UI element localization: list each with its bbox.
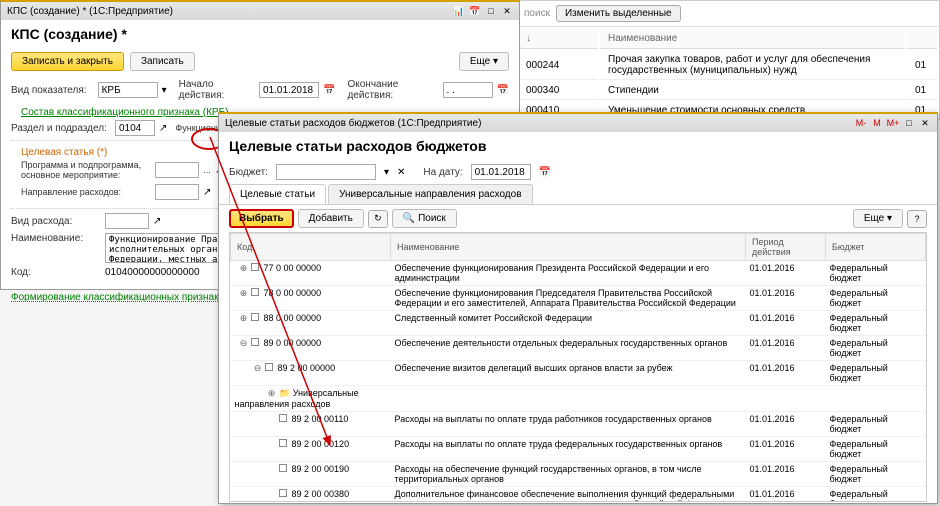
- programma-select-icon[interactable]: …: [203, 166, 211, 175]
- tree-row[interactable]: 89 2 00 00120Расходы на выплаты по оплат…: [231, 437, 926, 462]
- start-cal-icon[interactable]: 📅: [323, 85, 335, 96]
- razdel-open-icon[interactable]: ↗: [159, 123, 167, 134]
- save-close-button[interactable]: Записать и закрыть: [11, 52, 124, 71]
- calendar-icon[interactable]: 📅: [469, 5, 481, 17]
- close-icon[interactable]: ✕: [919, 117, 931, 129]
- tree-row[interactable]: 89 2 00 00110Расходы на выплаты по оплат…: [231, 412, 926, 437]
- razdel-input[interactable]: [115, 120, 155, 136]
- budget-clear-icon[interactable]: ✕: [397, 167, 405, 178]
- more-button[interactable]: Еще ▾: [459, 52, 509, 71]
- vid-input[interactable]: [98, 82, 158, 98]
- maximize-icon[interactable]: □: [903, 117, 915, 129]
- tree-row[interactable]: ⊖ 89 0 00 00000Обеспечение деятельности …: [231, 336, 926, 361]
- tsel-titlebar-text: Целевые статьи расходов бюджетов (1С:Пре…: [225, 118, 481, 129]
- tab-universal[interactable]: Универсальные направления расходов: [328, 184, 532, 204]
- tsel-window: Целевые статьи расходов бюджетов (1С:Пре…: [218, 112, 938, 504]
- napravlenie-label: Направление расходов:: [21, 187, 151, 197]
- vidrash-input[interactable]: [105, 213, 149, 229]
- choose-button[interactable]: Выбрать: [229, 209, 294, 228]
- add-button[interactable]: Добавить: [298, 209, 364, 228]
- bg-col-n: [907, 29, 937, 49]
- save-button[interactable]: Записать: [130, 52, 195, 71]
- bg-col-name[interactable]: Наименование: [600, 29, 905, 49]
- tree-toggle-icon[interactable]: ⊕: [239, 288, 249, 299]
- end-input[interactable]: [443, 82, 493, 98]
- item-icon: [251, 313, 259, 321]
- kps-titlebar: КПС (создание) * (1С:Предприятие) 📊 📅 □ …: [1, 2, 519, 20]
- refresh-icon[interactable]: ↻: [368, 210, 388, 228]
- kps-title: КПС (создание) *: [1, 20, 519, 48]
- nadate-input[interactable]: [471, 164, 531, 180]
- naim-label: Наименование:: [11, 233, 101, 244]
- calc-icon[interactable]: 📊: [453, 5, 465, 17]
- tree-toggle-icon[interactable]: ⊕: [239, 263, 249, 274]
- nadate-cal-icon[interactable]: 📅: [539, 167, 551, 178]
- tree-row[interactable]: ⊕ 88 0 00 00000Следственный комитет Росс…: [231, 311, 926, 336]
- napravlenie-input[interactable]: [155, 184, 199, 200]
- item-icon: [251, 288, 259, 296]
- vidrash-label: Вид расхода:: [11, 216, 101, 227]
- item-icon: [279, 439, 287, 447]
- close-icon[interactable]: ✕: [501, 5, 513, 17]
- change-selected-button[interactable]: Изменить выделенные: [556, 5, 681, 22]
- nadate-label: На дату:: [423, 167, 462, 178]
- tree-row[interactable]: 89 2 00 00380Дополнительное финансовое о…: [231, 487, 926, 503]
- start-input[interactable]: [259, 82, 319, 98]
- programma-label: Программа и подпрограмма, основное мероп…: [21, 160, 151, 180]
- tree-row[interactable]: 89 2 00 00190Расходы на обеспечение функ…: [231, 462, 926, 487]
- tree-row[interactable]: ⊕ 77 0 00 00000Обеспечение функционирова…: [231, 261, 926, 286]
- m-minus-icon[interactable]: М-: [855, 117, 867, 129]
- background-list-window: поиск Изменить выделенные ↓ Наименование…: [515, 0, 940, 120]
- tree-toggle-icon[interactable]: ⊕: [239, 313, 249, 324]
- bg-table-row[interactable]: 000340Стипендии01: [518, 82, 937, 100]
- m-plus-icon[interactable]: М+: [887, 117, 899, 129]
- col-code[interactable]: Код: [231, 234, 391, 261]
- end-cal-icon[interactable]: 📅: [497, 85, 509, 96]
- tree-toggle-icon[interactable]: ⊕: [267, 388, 277, 399]
- kod-label: Код:: [11, 267, 101, 278]
- vid-label: Вид показателя:: [11, 85, 94, 96]
- tree-row[interactable]: ⊕ 📁 Универсальные направления расходов: [231, 386, 926, 412]
- tsel-titlebar: Целевые статьи расходов бюджетов (1С:Пре…: [219, 114, 937, 132]
- maximize-icon[interactable]: □: [485, 5, 497, 17]
- kps-titlebar-text: КПС (создание) * (1С:Предприятие): [7, 6, 173, 17]
- m-icon[interactable]: М: [871, 117, 883, 129]
- tree-row[interactable]: ⊕ 78 0 00 00000Обеспечение функционирова…: [231, 286, 926, 311]
- help-icon[interactable]: ?: [907, 210, 927, 228]
- search-button[interactable]: 🔍 Поиск: [392, 209, 457, 228]
- col-period[interactable]: Период действия: [746, 234, 826, 261]
- tree-toggle-icon[interactable]: ⊖: [239, 338, 249, 349]
- vidrash-open-icon[interactable]: ↗: [153, 216, 161, 227]
- tree-table: Код Наименование Период действия Бюджет …: [230, 233, 926, 502]
- item-icon: [279, 464, 287, 472]
- vid-dropdown-icon[interactable]: ▾: [162, 85, 167, 96]
- budget-dd-icon[interactable]: ▾: [384, 167, 389, 178]
- item-icon: [251, 338, 259, 346]
- tree-toggle-icon[interactable]: ⊖: [253, 363, 263, 374]
- item-icon: [265, 363, 273, 371]
- tree-row[interactable]: ⊖ 89 2 00 00000Обеспечение визитов делег…: [231, 361, 926, 386]
- item-icon: [279, 414, 287, 422]
- folder-icon: 📁: [279, 388, 290, 398]
- budget-label: Бюджет:: [229, 167, 268, 178]
- tsel-title: Целевые статьи расходов бюджетов: [219, 132, 937, 160]
- item-icon: [251, 263, 259, 271]
- start-label: Начало действия:: [179, 79, 255, 101]
- bg-col-code[interactable]: ↓: [518, 29, 598, 49]
- bg-table: ↓ Наименование 000244Прочая закупка това…: [516, 27, 939, 122]
- item-icon: [279, 489, 287, 497]
- more-button[interactable]: Еще ▾: [853, 209, 903, 228]
- end-label: Окончание действия:: [347, 79, 438, 101]
- col-name[interactable]: Наименование: [391, 234, 746, 261]
- programma-input[interactable]: [155, 162, 199, 178]
- col-budget[interactable]: Бюджет: [826, 234, 926, 261]
- tab-tselevye[interactable]: Целевые статьи: [229, 184, 326, 204]
- napravlenie-open-icon[interactable]: ↗: [203, 187, 211, 198]
- razdel-label: Раздел и подраздел:: [11, 123, 111, 134]
- budget-input[interactable]: [276, 164, 376, 180]
- kod-value: 01040000000000000: [105, 267, 200, 278]
- bg-search-label: поиск: [524, 8, 550, 19]
- bg-table-row[interactable]: 000244Прочая закупка товаров, работ и ус…: [518, 51, 937, 80]
